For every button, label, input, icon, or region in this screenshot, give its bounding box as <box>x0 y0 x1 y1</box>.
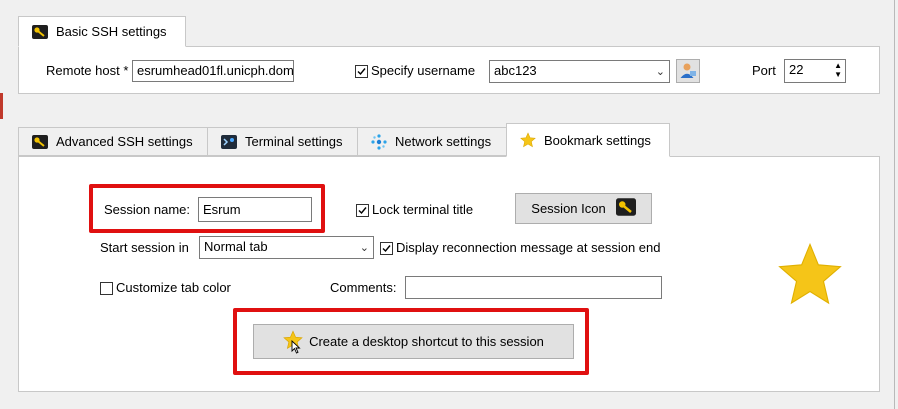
lock-terminal-title-label: Lock terminal title <box>372 202 474 217</box>
chevron-down-icon: ⌄ <box>359 242 369 254</box>
star-icon <box>520 132 536 148</box>
session-icon-button[interactable]: Session Icon <box>515 193 652 224</box>
comments-label: Comments: <box>330 280 397 295</box>
port-label: Port <box>752 63 776 78</box>
port-value: 22 <box>789 62 804 77</box>
tab-terminal-label: Terminal settings <box>245 134 343 149</box>
key-icon <box>615 198 636 219</box>
highlight-box-shortcut <box>233 308 589 375</box>
display-reconnection-label: Display reconnection message at session … <box>396 240 661 255</box>
remote-host-label: Remote host * <box>46 63 129 78</box>
tab-network-label: Network settings <box>395 134 492 149</box>
terminal-icon <box>221 134 237 149</box>
customize-tab-color-label: Customize tab color <box>116 280 231 295</box>
port-spinbox[interactable]: 22 ▲ ▼ <box>784 59 846 83</box>
customize-tab-color-checkbox[interactable] <box>100 282 113 295</box>
network-icon <box>371 133 387 150</box>
start-session-label: Start session in <box>100 240 189 255</box>
window-right-border <box>894 0 895 409</box>
username-value: abc123 <box>494 63 537 78</box>
tab-network-settings[interactable]: Network settings <box>357 127 507 156</box>
user-manager-button[interactable] <box>676 59 700 83</box>
session-icon-label: Session Icon <box>531 201 606 216</box>
remote-host-input[interactable]: esrumhead01fl.unicph.dom <box>132 60 294 82</box>
key-icon <box>32 24 48 39</box>
start-session-value: Normal tab <box>204 239 268 254</box>
tab-bookmark-settings[interactable]: Bookmark settings <box>506 123 670 157</box>
highlight-box-session-name <box>89 184 325 233</box>
tab-bookmark-label: Bookmark settings <box>544 132 651 148</box>
display-reconnection-checkbox[interactable] <box>380 242 393 255</box>
big-star-icon <box>777 242 843 308</box>
username-select[interactable]: abc123 ⌄ <box>489 60 670 83</box>
tab-basic-ssh-label: Basic SSH settings <box>56 24 167 39</box>
tab-basic-ssh-settings[interactable]: Basic SSH settings <box>18 16 186 47</box>
spin-arrows-icon[interactable]: ▲ ▼ <box>834 61 842 79</box>
key-icon <box>32 134 48 149</box>
chevron-down-icon: ⌄ <box>655 66 665 78</box>
specify-username-label: Specify username <box>371 63 476 78</box>
tab-terminal-settings[interactable]: Terminal settings <box>207 127 358 156</box>
specify-username-checkbox[interactable] <box>355 65 368 78</box>
tab-advanced-ssh-settings[interactable]: Advanced SSH settings <box>18 127 208 156</box>
user-icon <box>679 61 697 82</box>
tab-advanced-ssh-label: Advanced SSH settings <box>56 134 193 149</box>
lock-terminal-title-checkbox[interactable] <box>356 204 369 217</box>
start-session-select[interactable]: Normal tab ⌄ <box>199 236 374 259</box>
comments-input[interactable] <box>405 276 662 299</box>
left-edge-marker <box>0 93 3 119</box>
